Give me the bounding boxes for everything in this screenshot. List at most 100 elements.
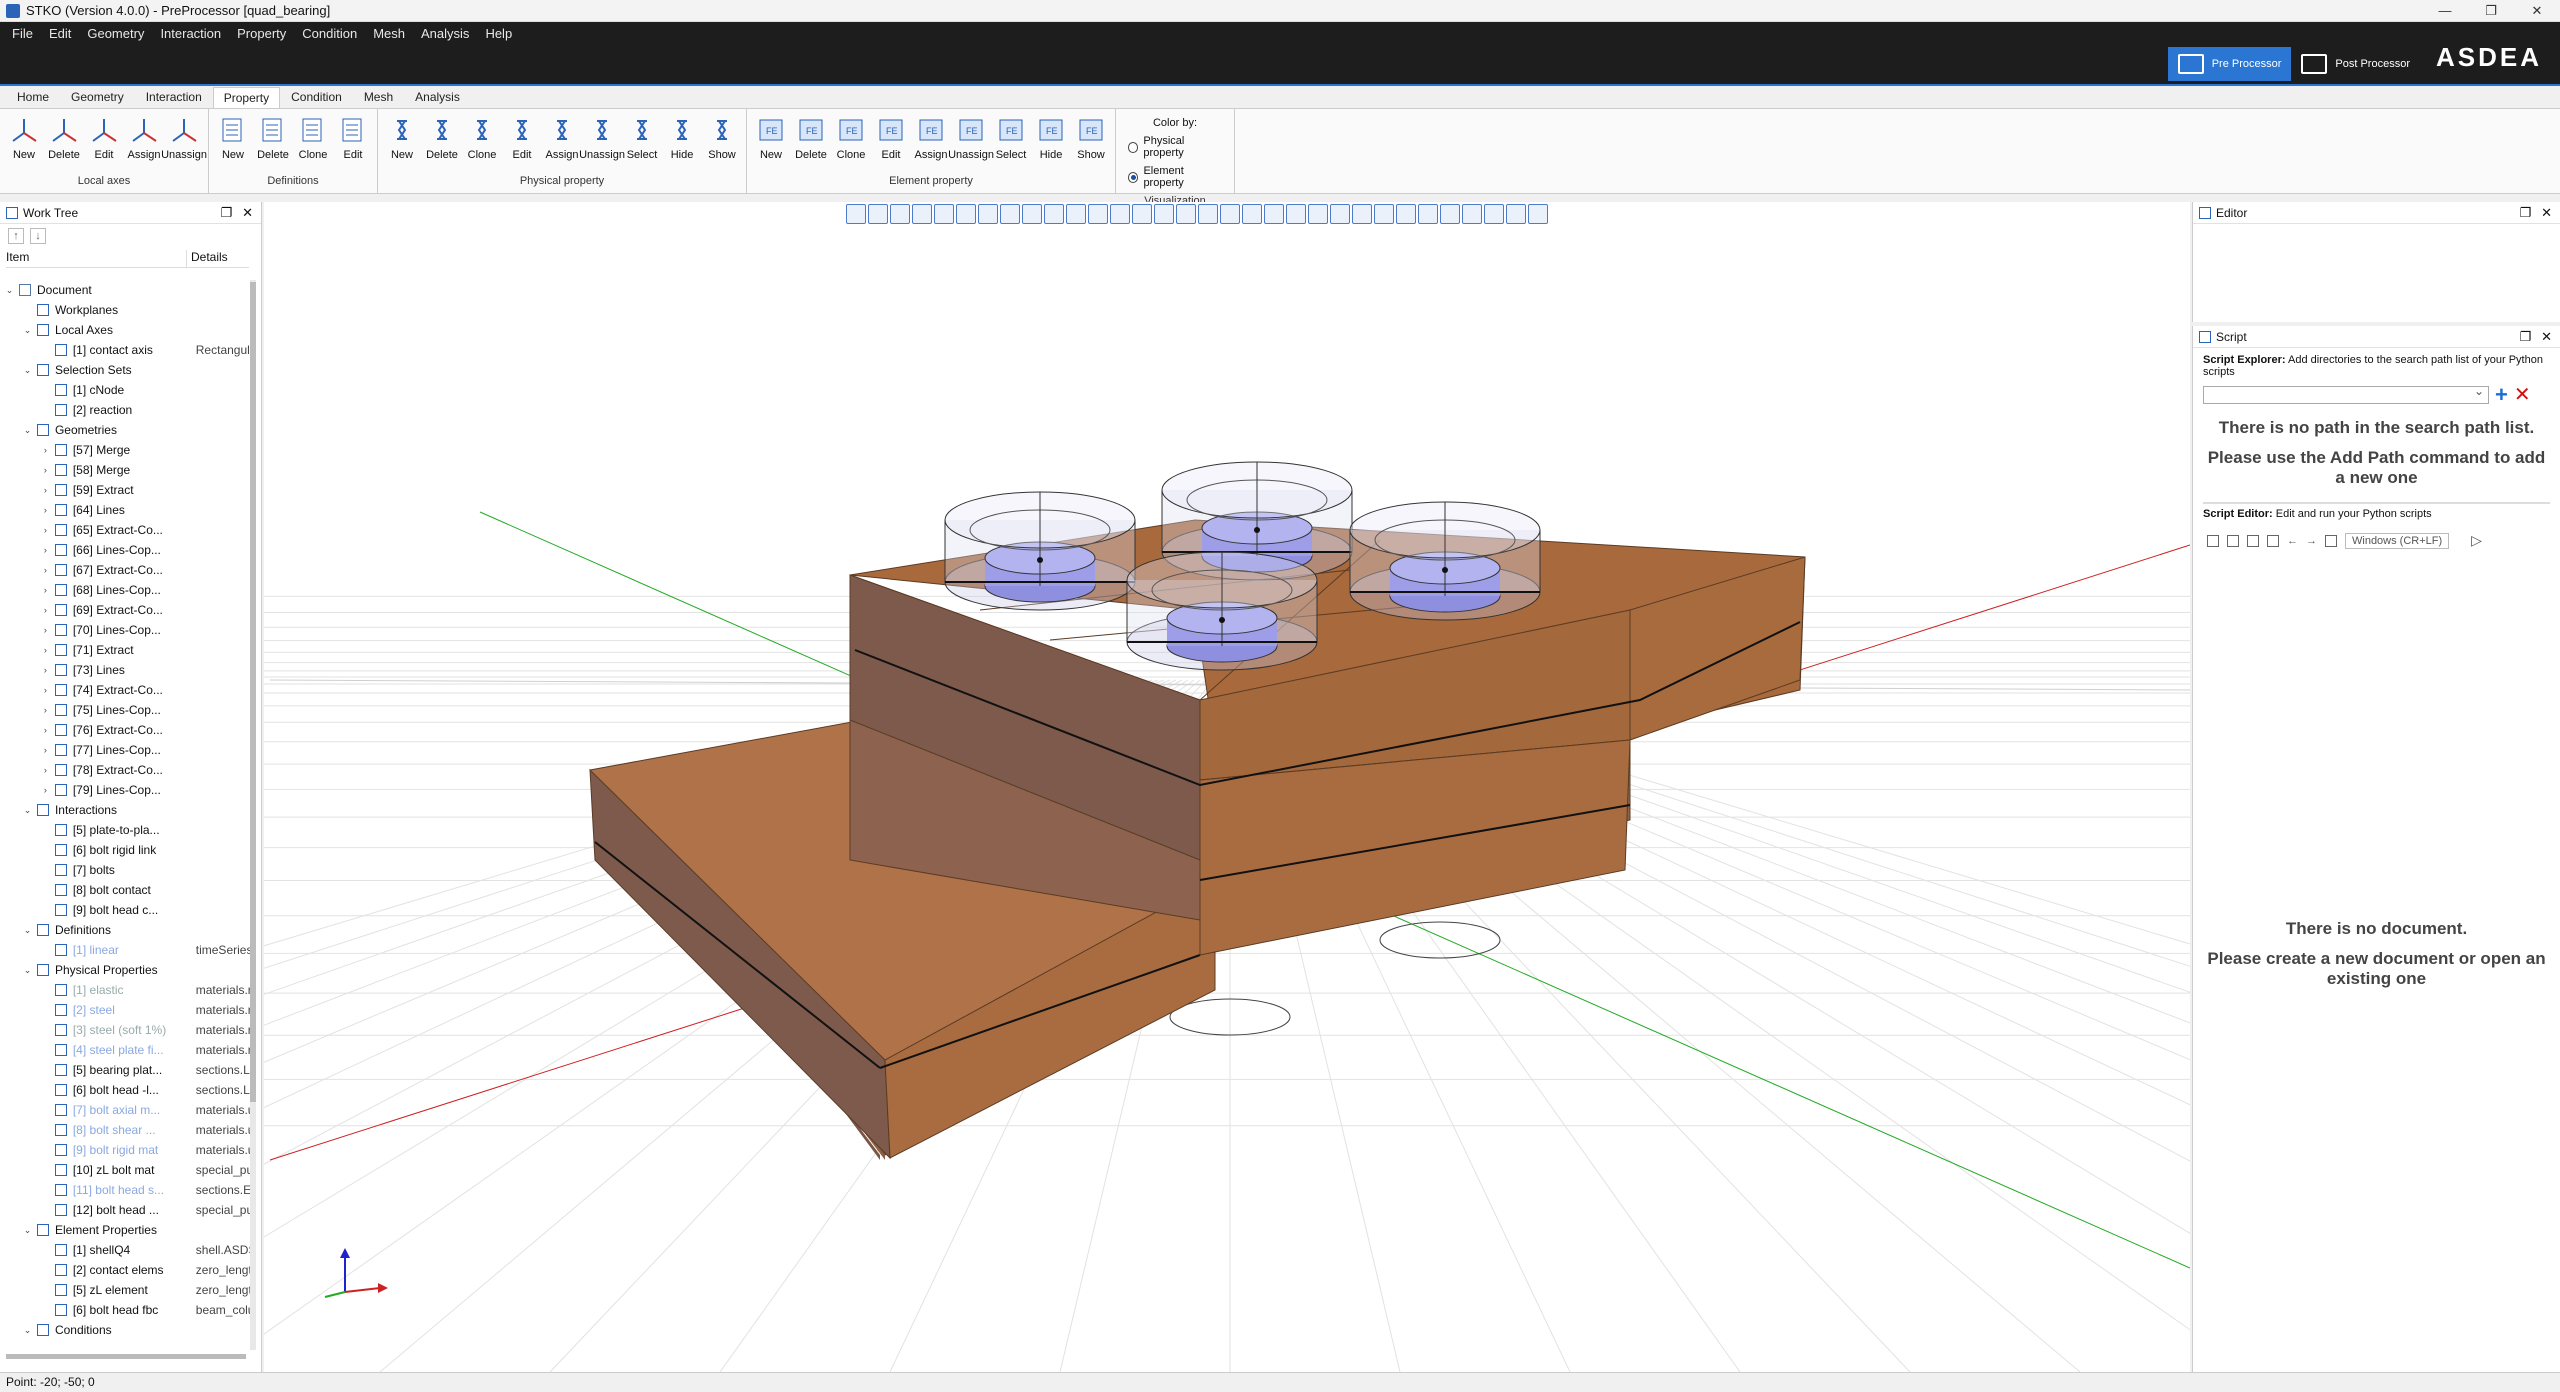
definitions-new-button[interactable]: New <box>213 111 253 175</box>
local-axes-delete-button[interactable]: Delete <box>44 111 84 175</box>
menu-analysis[interactable]: Analysis <box>413 26 477 41</box>
undo-icon[interactable]: ← <box>2287 535 2298 547</box>
post-processor-button[interactable]: Post Processor <box>2291 47 2420 81</box>
tree-row[interactable]: ⌄ Document <box>0 280 250 300</box>
tree-row[interactable]: › [75] Lines-Cop... <box>0 700 250 720</box>
view-tool-icon[interactable] <box>1022 204 1042 224</box>
tree-row[interactable]: ⌄ Conditions <box>0 1320 250 1340</box>
tree-row[interactable]: [1] linear timeSeries <box>0 940 250 960</box>
tree-row[interactable]: [1] cNode <box>0 380 250 400</box>
view-tool-icon[interactable] <box>1418 204 1438 224</box>
tree-row[interactable]: [9] bolt rigid mat materials.u <box>0 1140 250 1160</box>
expand-open-icon[interactable]: ⌄ <box>22 805 33 816</box>
view-tool-icon[interactable] <box>1044 204 1064 224</box>
float-panel-icon[interactable]: ❐ <box>2519 205 2531 221</box>
tree-row[interactable]: Workplanes <box>0 300 250 320</box>
ribbon-tab-interaction[interactable]: Interaction <box>135 86 213 108</box>
tree-row[interactable]: › [57] Merge <box>0 440 250 460</box>
tree-row[interactable]: › [67] Extract-Co... <box>0 560 250 580</box>
tree-row[interactable]: › [77] Lines-Cop... <box>0 740 250 760</box>
view-tool-icon[interactable] <box>1066 204 1086 224</box>
menu-file[interactable]: File <box>4 26 41 41</box>
tree-row[interactable]: [8] bolt contact <box>0 880 250 900</box>
close-panel-icon[interactable]: ✕ <box>2541 329 2552 345</box>
expand-closed-icon[interactable]: › <box>40 645 51 655</box>
view-tool-icon[interactable] <box>978 204 998 224</box>
tree-row[interactable]: [4] steel plate fi... materials.r <box>0 1040 250 1060</box>
tree-row[interactable]: ⌄ Local Axes <box>0 320 250 340</box>
tree-row[interactable]: [9] bolt head c... <box>0 900 250 920</box>
tree-row[interactable]: [2] steel materials.r <box>0 1000 250 1020</box>
column-item[interactable]: Item <box>6 250 186 267</box>
element-property-new-button[interactable]: FE New <box>751 111 791 175</box>
tree-row[interactable]: [12] bolt head ... special_pu <box>0 1200 250 1220</box>
view-tool-icon[interactable] <box>1132 204 1152 224</box>
tree-row[interactable]: [11] bolt head s... sections.El <box>0 1180 250 1200</box>
remove-path-icon[interactable]: ✕ <box>2514 385 2531 405</box>
expand-open-icon[interactable]: ⌄ <box>22 925 33 936</box>
view-tool-icon[interactable] <box>934 204 954 224</box>
view-tool-icon[interactable] <box>1198 204 1218 224</box>
save-script-icon[interactable] <box>2247 534 2259 547</box>
tree-row[interactable]: [5] plate-to-pla... <box>0 820 250 840</box>
element-property-clone-button[interactable]: FE Clone <box>831 111 871 175</box>
tree-row[interactable]: [3] steel (soft 1%) materials.r <box>0 1020 250 1040</box>
tree-row[interactable]: [2] contact elems zero_lengt <box>0 1260 250 1280</box>
tree-row[interactable]: [5] zL element zero_lengt <box>0 1280 250 1300</box>
tree-row[interactable]: › [66] Lines-Cop... <box>0 540 250 560</box>
local-axes-assign-button[interactable]: Assign <box>124 111 164 175</box>
tree-row[interactable]: [5] bearing plat... sections.La <box>0 1060 250 1080</box>
tree-row[interactable]: [6] bolt rigid link <box>0 840 250 860</box>
ribbon-tab-property[interactable]: Property <box>212 87 281 108</box>
view-tool-icon[interactable] <box>1088 204 1108 224</box>
view-tool-icon[interactable] <box>1154 204 1174 224</box>
element-property-delete-button[interactable]: FE Delete <box>791 111 831 175</box>
tree-row[interactable]: › [79] Lines-Cop... <box>0 780 250 800</box>
expand-open-icon[interactable]: ⌄ <box>22 1225 33 1236</box>
view-tool-icon[interactable] <box>1506 204 1526 224</box>
maximize-icon[interactable]: ❐ <box>2468 3 2514 19</box>
ribbon-tab-geometry[interactable]: Geometry <box>60 86 135 108</box>
expand-closed-icon[interactable]: › <box>40 785 51 795</box>
definitions-clone-button[interactable]: Clone <box>293 111 333 175</box>
tree-row[interactable]: › [58] Merge <box>0 460 250 480</box>
bolt-cylinder[interactable] <box>944 491 1136 611</box>
view-tool-icon[interactable] <box>890 204 910 224</box>
element-property-hide-button[interactable]: FE Hide <box>1031 111 1071 175</box>
expand-closed-icon[interactable]: › <box>40 705 51 715</box>
pre-processor-button[interactable]: Pre Processor <box>2167 47 2292 81</box>
tree-row[interactable]: [6] bolt head -l... sections.La <box>0 1080 250 1100</box>
menu-property[interactable]: Property <box>229 26 294 41</box>
physical-property-unassign-button[interactable]: Unassign <box>579 111 625 175</box>
new-script-icon[interactable] <box>2207 534 2219 547</box>
close-panel-icon[interactable]: ✕ <box>242 205 253 221</box>
color-by-physical-radio[interactable]: Physical property <box>1128 135 1222 159</box>
physical-property-assign-button[interactable]: Assign <box>542 111 582 175</box>
view-tool-icon[interactable] <box>846 204 866 224</box>
ribbon-tab-home[interactable]: Home <box>6 86 60 108</box>
tree-row[interactable]: › [59] Extract <box>0 480 250 500</box>
element-property-assign-button[interactable]: FE Assign <box>911 111 951 175</box>
view-tool-icon[interactable] <box>1440 204 1460 224</box>
tree-row[interactable]: [7] bolt axial m... materials.u <box>0 1100 250 1120</box>
tree-row[interactable]: [6] bolt head fbc beam_colu <box>0 1300 250 1320</box>
view-tool-icon[interactable] <box>1528 204 1548 224</box>
expand-open-icon[interactable]: ⌄ <box>22 1325 33 1336</box>
tree-row[interactable]: ⌄ Geometries <box>0 420 250 440</box>
physical-property-clone-button[interactable]: Clone <box>462 111 502 175</box>
move-up-icon[interactable]: ↑ <box>8 228 24 244</box>
expand-closed-icon[interactable]: › <box>40 485 51 495</box>
expand-closed-icon[interactable]: › <box>40 625 51 635</box>
view-tool-icon[interactable] <box>1484 204 1504 224</box>
redo-icon[interactable]: → <box>2306 535 2317 547</box>
add-path-icon[interactable]: + <box>2495 384 2508 406</box>
menu-geometry[interactable]: Geometry <box>79 26 152 41</box>
menu-interaction[interactable]: Interaction <box>152 26 229 41</box>
column-details[interactable]: Details <box>186 250 228 267</box>
tree-row[interactable]: › [74] Extract-Co... <box>0 680 250 700</box>
move-down-icon[interactable]: ↓ <box>30 228 46 244</box>
physical-property-new-button[interactable]: New <box>382 111 422 175</box>
expand-closed-icon[interactable]: › <box>40 525 51 535</box>
expand-closed-icon[interactable]: › <box>40 585 51 595</box>
view-tool-icon[interactable] <box>1330 204 1350 224</box>
